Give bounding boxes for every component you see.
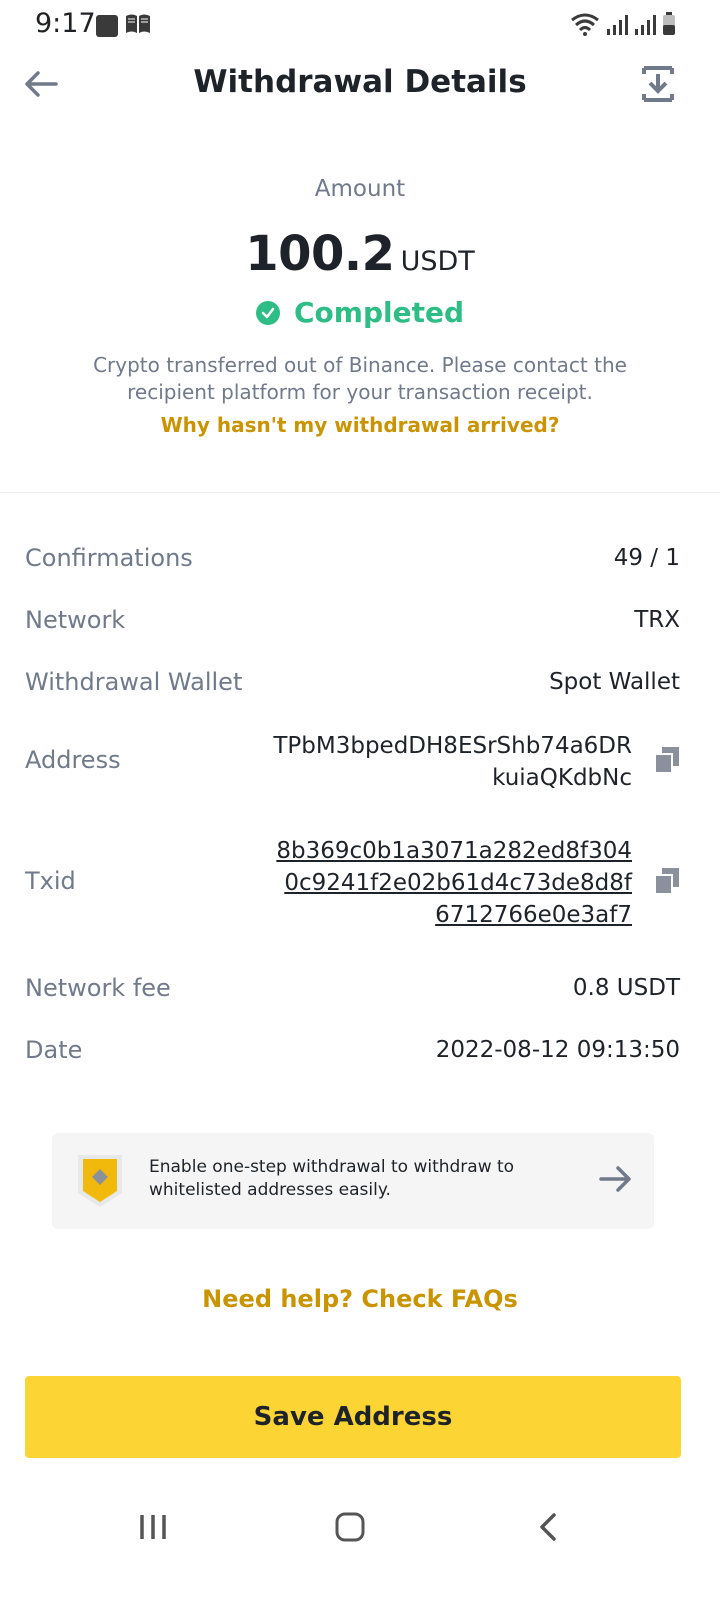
faq-link[interactable]: Need help? Check FAQs: [0, 1285, 720, 1313]
arrow-right-icon[interactable]: [598, 1163, 634, 1199]
status-description: Crypto transferred out of Binance. Pleas…: [93, 353, 627, 404]
address-value: TPbM3bpedDH8ESrShb74a6DRkuiaQKdbNc: [273, 733, 632, 791]
confirmations-label: Confirmations: [25, 544, 193, 572]
stop-icon: [96, 15, 118, 37]
wifi-icon: [570, 12, 600, 40]
status-badge: Completed: [0, 296, 720, 329]
divider: [0, 492, 720, 493]
home-icon[interactable]: [335, 1512, 365, 1546]
signal-icon-2: [634, 14, 656, 40]
book-icon: [125, 13, 151, 39]
battery-icon: [662, 12, 676, 40]
amount-value: 100.2: [245, 226, 395, 282]
wallet-value: Spot Wallet: [549, 669, 680, 695]
amount-display: 100.2 USDT: [0, 226, 720, 282]
wallet-label: Withdrawal Wallet: [25, 668, 243, 696]
txid-label: Txid: [25, 867, 76, 895]
status-bar: 9:17: [0, 0, 720, 52]
check-circle-icon: [255, 300, 280, 325]
confirmations-value: 49 / 1: [613, 545, 680, 571]
address-label: Address: [25, 746, 121, 774]
network-value: TRX: [634, 607, 680, 633]
status-time: 9:17: [35, 8, 96, 39]
why-not-arrived-link[interactable]: Why hasn't my withdrawal arrived?: [0, 413, 720, 437]
header: Withdrawal Details: [0, 52, 720, 116]
system-nav-bar: [0, 1500, 720, 1552]
recent-apps-icon[interactable]: [138, 1512, 168, 1546]
amount-label: Amount: [314, 176, 406, 202]
date-value: 2022-08-12 09:13:50: [435, 1037, 680, 1063]
status-text: Completed: [293, 296, 464, 329]
signal-icon: [606, 14, 628, 40]
date-label: Date: [25, 1036, 83, 1064]
network-label: Network: [25, 606, 126, 634]
copy-address-icon[interactable]: [654, 746, 680, 774]
fee-label: Network fee: [25, 974, 171, 1002]
amount-unit: USDT: [400, 246, 475, 277]
shield-icon: [76, 1153, 124, 1213]
promo-text: Enable one-step withdrawal to withdraw t…: [149, 1157, 515, 1200]
txid-link[interactable]: 8b369c0b1a3071a282ed8f3040c9241f2e02b61d…: [272, 835, 632, 931]
share-download-icon[interactable]: [640, 64, 676, 104]
copy-txid-icon[interactable]: [654, 867, 680, 895]
save-address-button[interactable]: Save Address: [25, 1376, 681, 1458]
fee-value: 0.8 USDT: [572, 975, 680, 1001]
page-title: Withdrawal Details: [193, 64, 527, 100]
nav-back-icon[interactable]: [536, 1512, 558, 1546]
one-step-withdrawal-card[interactable]: Enable one-step withdrawal to withdraw t…: [52, 1133, 654, 1229]
